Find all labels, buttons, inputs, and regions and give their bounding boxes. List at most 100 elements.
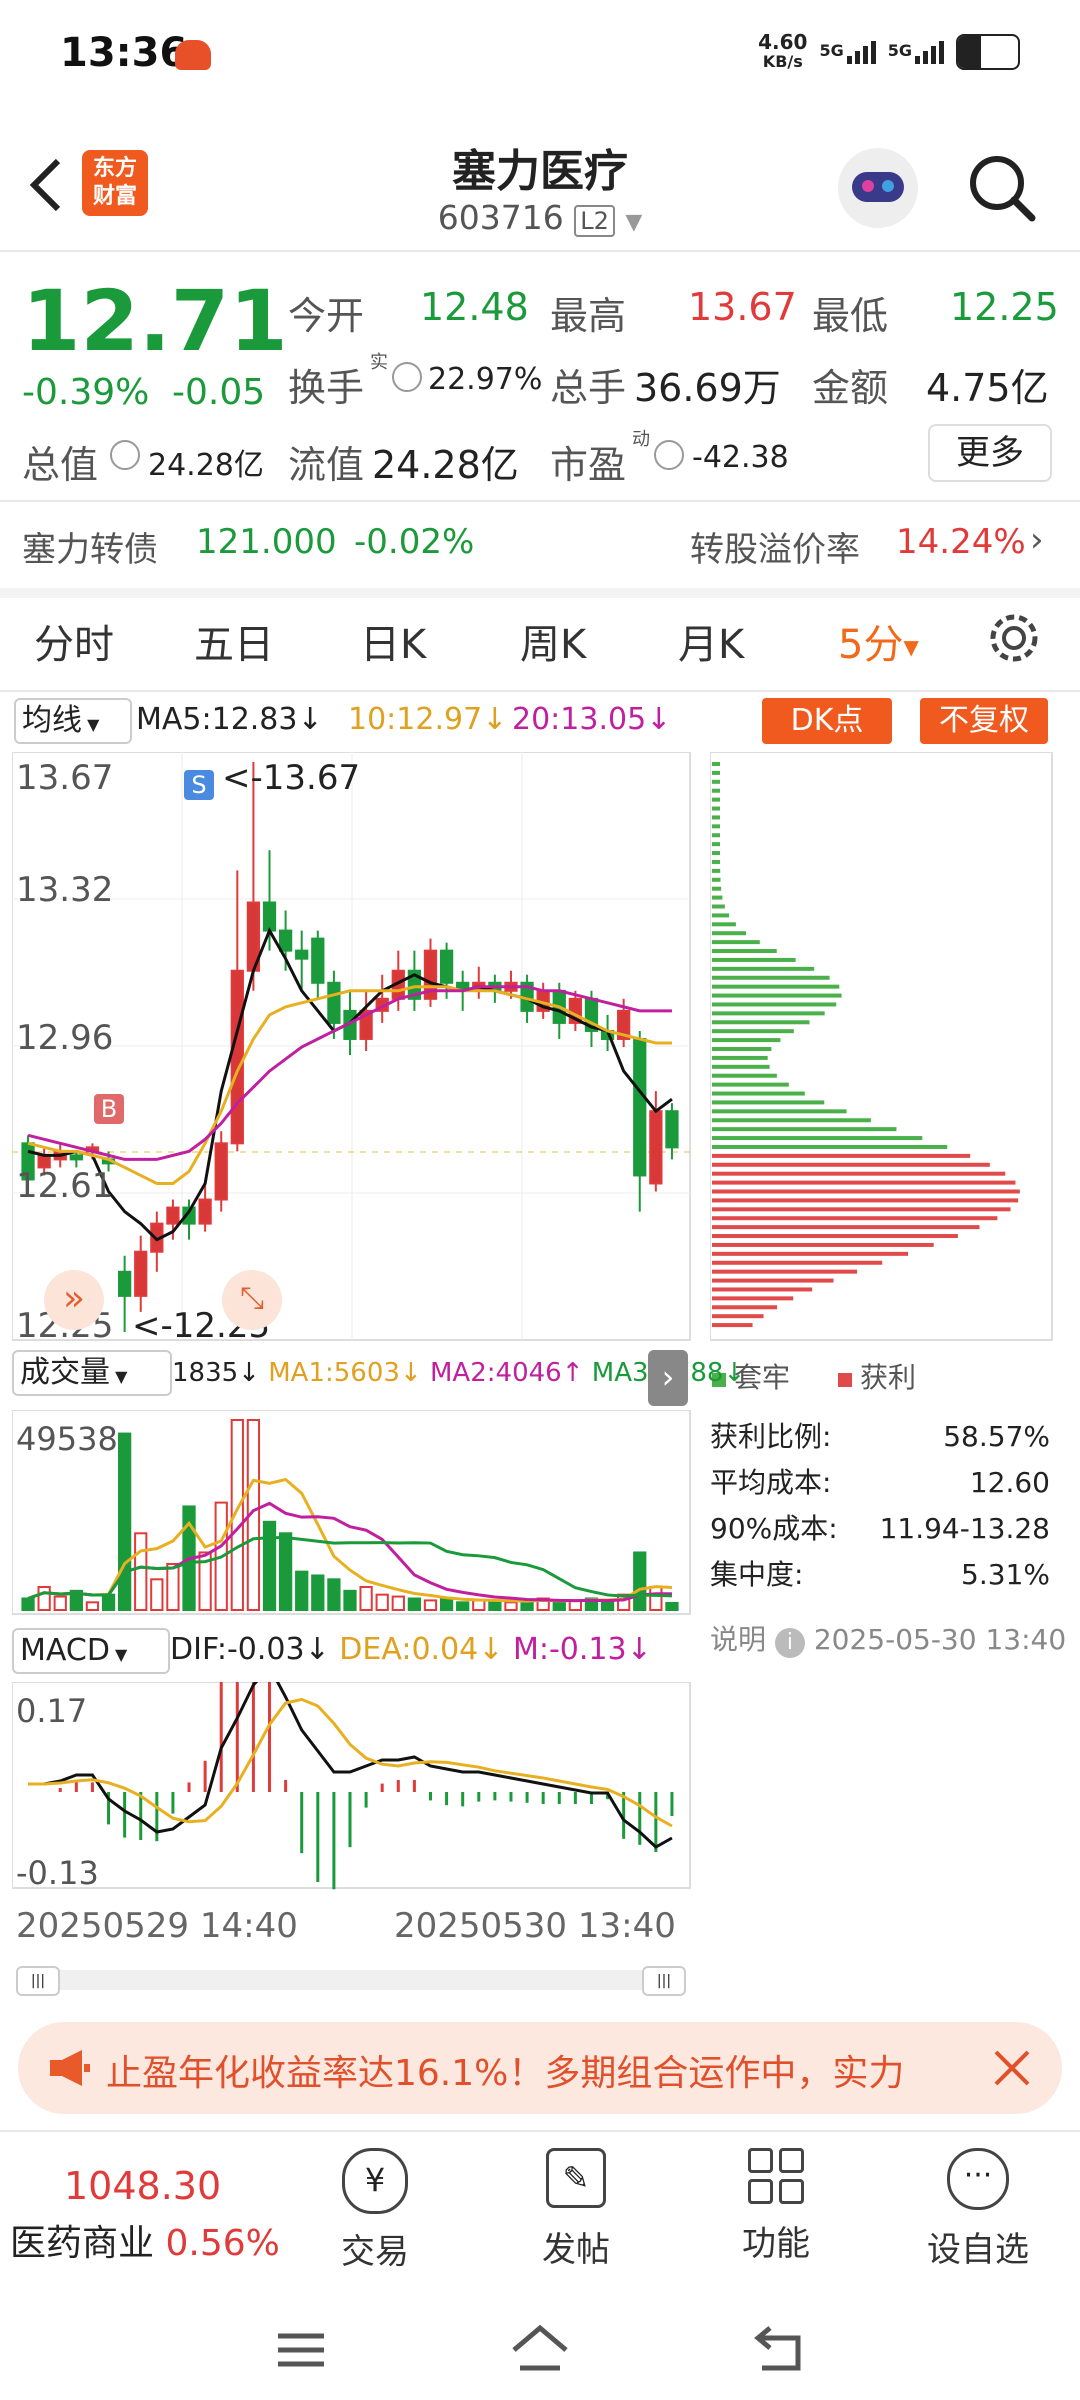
more-dots-icon: ··· xyxy=(947,2148,1009,2210)
chip-bar xyxy=(712,1242,934,1247)
expand-left-icon[interactable]: » xyxy=(44,1270,104,1330)
tab-monthly-k[interactable]: 月K xyxy=(678,612,744,670)
volume-bar xyxy=(423,1599,438,1612)
volume-label: 总手 xyxy=(550,366,627,410)
time-range-scrollbar[interactable]: ||| ||| xyxy=(16,1966,686,1996)
chip-bar xyxy=(712,1064,770,1069)
volume-bar xyxy=(311,1574,325,1612)
robot-avatar-icon[interactable] xyxy=(838,148,918,228)
more-button[interactable]: 更多 xyxy=(928,424,1052,482)
volume-bar xyxy=(53,1595,67,1611)
volume-value: 36.69万 xyxy=(634,366,781,410)
promo-text: 止盈年化收益率达16.1%！多期组合运作中，实力 xyxy=(106,2053,905,2094)
chip-bar xyxy=(712,966,815,971)
no-adjust-button[interactable]: 不复权 xyxy=(920,698,1048,744)
volume-bar xyxy=(439,1597,454,1612)
menu-icon[interactable] xyxy=(276,2330,326,2370)
chip-bar xyxy=(712,1091,805,1096)
ma10-legend: 10:12.97↓ xyxy=(348,702,508,737)
chip-bar xyxy=(712,1127,897,1132)
open-label: 今开 xyxy=(288,294,365,338)
ma5-legend: MA5:12.83↓ xyxy=(136,702,323,737)
y-label-2: 13.32 xyxy=(16,870,114,910)
promo-banner[interactable]: 止盈年化收益率达16.1%！多期组合运作中，实力 xyxy=(18,2022,1062,2114)
nav-functions[interactable]: 功能 xyxy=(716,2148,836,2265)
home-icon[interactable] xyxy=(510,2324,570,2374)
kline-chart[interactable] xyxy=(12,752,692,1342)
chip-bar xyxy=(712,868,721,873)
back-nav-icon[interactable] xyxy=(752,2324,808,2374)
volume-bar xyxy=(262,1520,277,1611)
chip-bar xyxy=(712,1109,847,1114)
chip-note[interactable]: 说明 i 2025-05-30 13:40 xyxy=(710,1618,1066,1658)
tab-intraday[interactable]: 分时 xyxy=(34,612,114,670)
stock-code-row[interactable]: 603716 L2 ▼ xyxy=(0,198,1080,237)
signal-icon-2: 5G xyxy=(888,40,944,64)
level-badge: L2 xyxy=(574,205,615,237)
buy-marker[interactable]: B xyxy=(94,1094,124,1124)
info-icon-2[interactable] xyxy=(110,440,140,470)
volume-bar xyxy=(359,1585,373,1612)
bond-name[interactable]: 塞力转债 xyxy=(22,522,158,571)
volume-selector[interactable]: 成交量 ▼ xyxy=(12,1350,172,1396)
dk-point-button[interactable]: DK点 xyxy=(762,698,892,744)
chip-bar xyxy=(712,993,842,998)
chip-bar xyxy=(712,851,721,856)
range-handle-left[interactable]: ||| xyxy=(16,1966,60,1996)
tab-weekly-k[interactable]: 周K xyxy=(520,612,586,670)
volume-bar xyxy=(37,1585,51,1612)
indicator-selector[interactable]: 均线 ▼ xyxy=(14,698,132,744)
candle-body xyxy=(649,1110,663,1185)
tab-5min[interactable]: 5分▼ xyxy=(838,612,919,670)
volume-bar xyxy=(278,1532,293,1611)
volume-bar xyxy=(134,1532,148,1611)
panel-toggle-button[interactable]: › xyxy=(648,1350,688,1406)
mktcap-label: 总值 xyxy=(22,443,99,487)
float-value: 24.28亿 xyxy=(372,443,519,487)
info-icon[interactable] xyxy=(392,362,422,392)
chip-bar xyxy=(712,1296,794,1301)
index-ticker[interactable]: 1048.30 医药商业 0.56% xyxy=(10,2150,310,2266)
nav-post[interactable]: ✎ 发帖 xyxy=(516,2148,636,2271)
chip-bar xyxy=(712,1269,858,1274)
chip-distribution-chart[interactable] xyxy=(710,752,1054,1342)
sell-marker[interactable]: S xyxy=(184,770,214,800)
chip-bar xyxy=(712,931,747,936)
chip-bar xyxy=(712,1234,958,1239)
macd-chart xyxy=(12,1682,691,1890)
volume-bar xyxy=(391,1595,405,1611)
chip-bar xyxy=(712,940,760,945)
volume-bar xyxy=(472,1599,486,1612)
chip-bar xyxy=(712,1225,980,1230)
notification-icon xyxy=(175,40,211,70)
search-icon[interactable] xyxy=(966,152,1038,224)
net-unit: KB/s xyxy=(762,52,803,71)
pe-value: -42.38 xyxy=(692,440,789,475)
low-label: 最低 xyxy=(812,294,889,338)
chip-bar xyxy=(712,1189,1020,1194)
close-icon[interactable] xyxy=(986,2042,1038,2094)
fullscreen-icon[interactable]: ⤡ xyxy=(222,1270,282,1330)
volume-bar xyxy=(665,1601,679,1612)
tab-daily-k[interactable]: 日K xyxy=(360,612,426,670)
time-end: 20250530 13:40 xyxy=(394,1906,676,1946)
settings-gear-icon[interactable] xyxy=(984,608,1044,668)
macd-selector[interactable]: MACD ▼ xyxy=(12,1628,170,1674)
volume-bar xyxy=(456,1601,470,1611)
chevron-right-icon[interactable]: › xyxy=(1030,520,1044,560)
chip-bar xyxy=(712,1287,813,1292)
turnover-value: 22.97% xyxy=(428,362,543,397)
chip-bar xyxy=(712,1162,990,1167)
candle-body xyxy=(214,1142,228,1201)
last-price: 12.71 xyxy=(22,272,288,370)
nav-watchlist[interactable]: ··· 设自选 xyxy=(908,2148,1048,2271)
chip-bar xyxy=(712,1020,810,1025)
chip-bar xyxy=(712,1180,1016,1185)
volume-bar xyxy=(21,1597,35,1612)
change-value: -0.05 xyxy=(172,372,266,413)
nav-trade[interactable]: ¥ 交易 xyxy=(315,2148,435,2273)
info-icon-3[interactable] xyxy=(654,440,684,470)
chip-bar xyxy=(712,1305,778,1310)
range-handle-right[interactable]: ||| xyxy=(642,1966,686,1996)
tab-five-day[interactable]: 五日 xyxy=(194,612,274,670)
